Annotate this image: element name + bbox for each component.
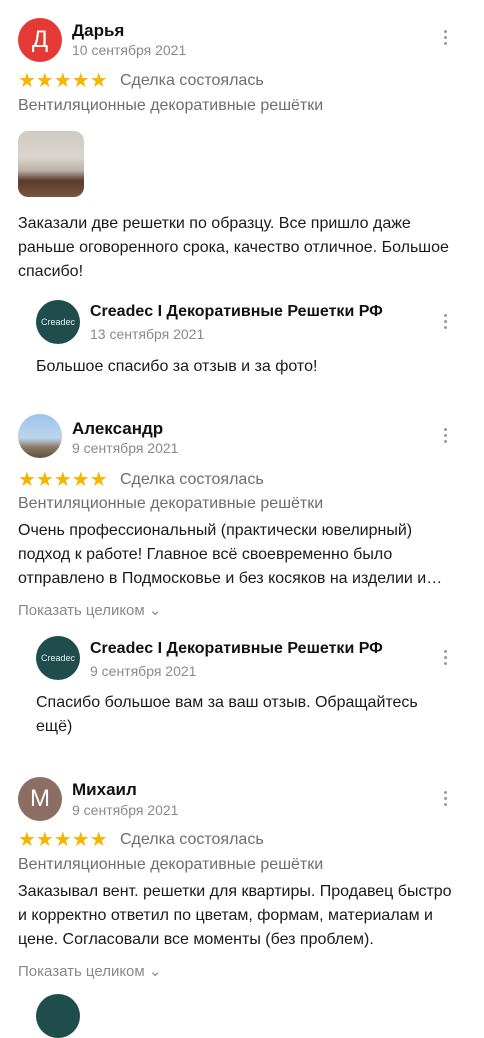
deal-status: Сделка состоялась <box>120 831 264 848</box>
review-author[interactable]: Михаил <box>72 780 137 800</box>
review-text: Заказывал вент. решетки для квартиры. Пр… <box>18 883 452 948</box>
review-date: 9 сентября 2021 <box>72 802 179 818</box>
more-options-icon[interactable] <box>442 791 448 806</box>
seller-avatar <box>36 994 80 1038</box>
avatar[interactable]: М <box>18 777 62 821</box>
show-more-link[interactable]: Показать целиком ⌄ <box>18 962 161 980</box>
product-category[interactable]: Вентиляционные декоративные решётки <box>18 856 323 874</box>
avatar-letter: М <box>30 785 50 812</box>
rating-stars: ★★★★★ <box>18 830 108 850</box>
review-card: М Михаил 9 сентября 2021 ★★★★★ Сделка со… <box>0 0 484 1038</box>
stars-icon: ★★★★★ <box>18 829 108 851</box>
